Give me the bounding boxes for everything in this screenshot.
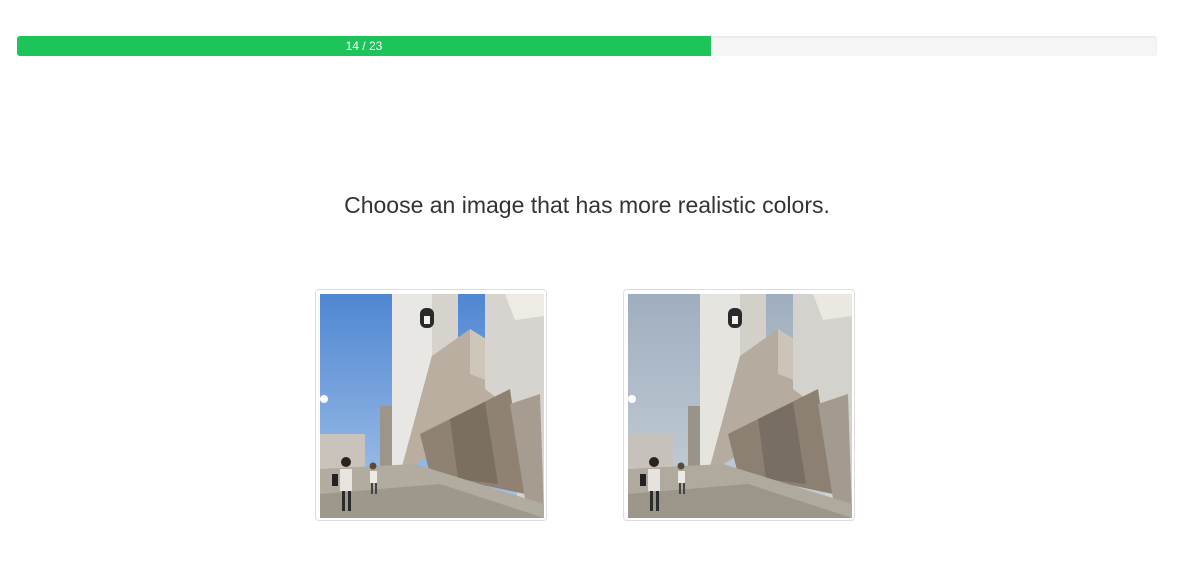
street-photo-a (320, 294, 544, 518)
street-photo-b (628, 294, 852, 518)
question-text: Choose an image that has more realistic … (344, 192, 830, 218)
image-option-b[interactable] (623, 289, 855, 521)
image-option-a[interactable] (315, 289, 547, 521)
progress-label: 14 / 23 (345, 39, 383, 53)
progress-bar-track: 14 / 23 (17, 36, 1157, 56)
progress-bar-fill: 14 / 23 (17, 36, 711, 56)
